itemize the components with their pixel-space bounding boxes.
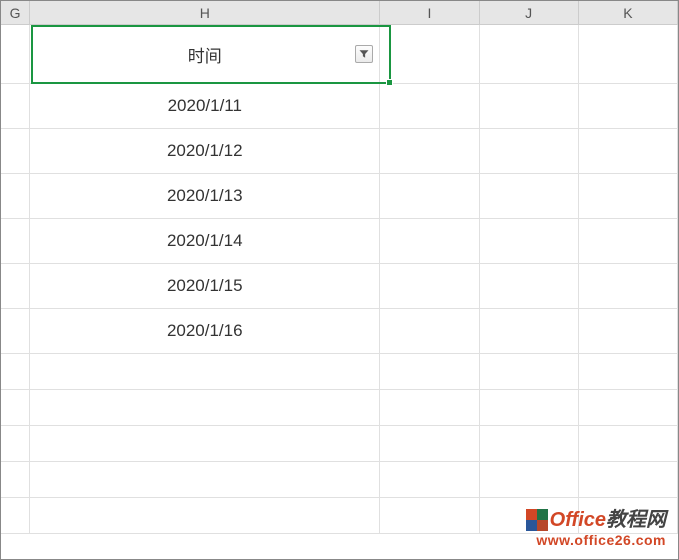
cell-i10[interactable] bbox=[380, 426, 479, 461]
cell-i6[interactable] bbox=[380, 264, 479, 308]
cell-h1[interactable]: 时间 bbox=[30, 25, 380, 83]
cell-i7[interactable] bbox=[380, 309, 479, 353]
cell-j2[interactable] bbox=[480, 84, 579, 128]
cell-h3[interactable]: 2020/1/12 bbox=[30, 129, 380, 173]
cell-g8[interactable] bbox=[1, 354, 30, 389]
watermark-url: www.office26.com bbox=[526, 532, 666, 549]
cell-g10[interactable] bbox=[1, 426, 30, 461]
cell-k4[interactable] bbox=[579, 174, 678, 218]
cell-g3[interactable] bbox=[1, 129, 30, 173]
cell-i5[interactable] bbox=[380, 219, 479, 263]
column-header-row: G H I J K bbox=[1, 1, 678, 25]
cell-h4[interactable]: 2020/1/13 bbox=[30, 174, 380, 218]
col-header-g[interactable]: G bbox=[1, 1, 30, 24]
office-logo-icon bbox=[526, 509, 548, 531]
cell-g11[interactable] bbox=[1, 462, 30, 497]
cell-k6[interactable] bbox=[579, 264, 678, 308]
cell-h2[interactable]: 2020/1/11 bbox=[30, 84, 380, 128]
cell-j4[interactable] bbox=[480, 174, 579, 218]
cell-g7[interactable] bbox=[1, 309, 30, 353]
watermark-brand: Office教程网 bbox=[526, 508, 666, 532]
cell-h8[interactable] bbox=[30, 354, 380, 389]
cell-i8[interactable] bbox=[380, 354, 479, 389]
cell-g4[interactable] bbox=[1, 174, 30, 218]
header-label: 时间 bbox=[188, 42, 222, 67]
cell-k3[interactable] bbox=[579, 129, 678, 173]
cell-j9[interactable] bbox=[480, 390, 579, 425]
cell-j7[interactable] bbox=[480, 309, 579, 353]
cell-h9[interactable] bbox=[30, 390, 380, 425]
row-11 bbox=[1, 462, 678, 498]
cell-i9[interactable] bbox=[380, 390, 479, 425]
cell-k8[interactable] bbox=[579, 354, 678, 389]
col-header-j[interactable]: J bbox=[480, 1, 579, 24]
cell-j8[interactable] bbox=[480, 354, 579, 389]
col-header-k[interactable]: K bbox=[579, 1, 678, 24]
cell-i2[interactable] bbox=[380, 84, 479, 128]
cell-g2[interactable] bbox=[1, 84, 30, 128]
cell-j5[interactable] bbox=[480, 219, 579, 263]
row-4: 2020/1/13 bbox=[1, 174, 678, 219]
cell-k7[interactable] bbox=[579, 309, 678, 353]
cell-h7[interactable]: 2020/1/16 bbox=[30, 309, 380, 353]
cell-k11[interactable] bbox=[579, 462, 678, 497]
row-7: 2020/1/16 bbox=[1, 309, 678, 354]
row-2: 2020/1/11 bbox=[1, 84, 678, 129]
col-header-i[interactable]: I bbox=[380, 1, 479, 24]
cell-j11[interactable] bbox=[480, 462, 579, 497]
cell-h6[interactable]: 2020/1/15 bbox=[30, 264, 380, 308]
cell-k2[interactable] bbox=[579, 84, 678, 128]
cell-j10[interactable] bbox=[480, 426, 579, 461]
spreadsheet-grid: G H I J K 时间 2020/1/11 2020/1/12 2020/1/ bbox=[1, 1, 678, 559]
cell-k9[interactable] bbox=[579, 390, 678, 425]
col-header-h[interactable]: H bbox=[30, 1, 380, 24]
cell-i4[interactable] bbox=[380, 174, 479, 218]
row-8 bbox=[1, 354, 678, 390]
cell-h12[interactable] bbox=[30, 498, 380, 533]
cell-h5[interactable]: 2020/1/14 bbox=[30, 219, 380, 263]
cell-i3[interactable] bbox=[380, 129, 479, 173]
watermark: Office教程网 www.office26.com bbox=[526, 508, 666, 549]
cell-g6[interactable] bbox=[1, 264, 30, 308]
cell-g1[interactable] bbox=[1, 25, 30, 83]
cell-j1[interactable] bbox=[480, 25, 579, 83]
cell-g5[interactable] bbox=[1, 219, 30, 263]
filter-icon[interactable] bbox=[355, 45, 373, 63]
cell-i1[interactable] bbox=[380, 25, 479, 83]
cell-i11[interactable] bbox=[380, 462, 479, 497]
watermark-prefix: Office bbox=[550, 509, 606, 531]
cell-k5[interactable] bbox=[579, 219, 678, 263]
cell-g12[interactable] bbox=[1, 498, 30, 533]
cell-k10[interactable] bbox=[579, 426, 678, 461]
row-6: 2020/1/15 bbox=[1, 264, 678, 309]
watermark-suffix: 教程网 bbox=[606, 509, 666, 531]
row-3: 2020/1/12 bbox=[1, 129, 678, 174]
row-1: 时间 bbox=[1, 25, 678, 84]
cell-j6[interactable] bbox=[480, 264, 579, 308]
cell-k1[interactable] bbox=[579, 25, 678, 83]
cell-h10[interactable] bbox=[30, 426, 380, 461]
cell-j3[interactable] bbox=[480, 129, 579, 173]
row-5: 2020/1/14 bbox=[1, 219, 678, 264]
cell-i12[interactable] bbox=[380, 498, 479, 533]
row-10 bbox=[1, 426, 678, 462]
cell-g9[interactable] bbox=[1, 390, 30, 425]
row-9 bbox=[1, 390, 678, 426]
cell-h11[interactable] bbox=[30, 462, 380, 497]
